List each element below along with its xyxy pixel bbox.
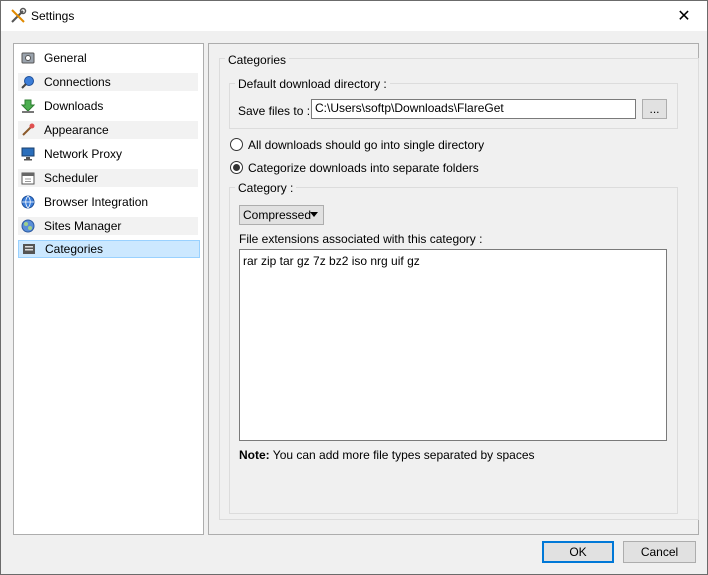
browser-integration-icon <box>20 194 36 210</box>
radio-selected-dot <box>233 164 240 171</box>
sidebar-item-label: Scheduler <box>44 171 99 185</box>
sidebar-item-downloads[interactable]: Downloads <box>18 97 198 115</box>
general-icon <box>20 50 36 66</box>
sidebar-item-label: Connections <box>44 75 111 89</box>
sidebar-item-appearance[interactable]: Appearance <box>18 121 198 139</box>
appearance-icon <box>20 122 36 138</box>
title-bar: Settings ✕ <box>1 1 707 31</box>
chevron-down-icon <box>310 212 318 217</box>
window-title: Settings <box>31 9 75 23</box>
sidebar-item-categories[interactable]: Categories <box>18 240 200 258</box>
sidebar-item-label: Appearance <box>44 123 109 137</box>
settings-content-panel: Categories Default download directory : … <box>208 43 699 535</box>
extensions-textarea[interactable]: rar zip tar gz 7z bz2 iso nrg uif gz <box>239 249 667 441</box>
sidebar-item-scheduler[interactable]: Scheduler <box>18 169 198 187</box>
sidebar-item-label: General <box>44 51 87 65</box>
browse-button[interactable]: ... <box>642 99 667 119</box>
scheduler-icon <box>20 170 36 186</box>
settings-tools-icon <box>11 7 27 23</box>
sidebar-item-label: Categories <box>45 242 104 256</box>
categories-group-title: Categories <box>225 53 290 67</box>
cancel-button[interactable]: Cancel <box>623 541 696 563</box>
single-directory-label[interactable]: All downloads should go into single dire… <box>248 138 484 152</box>
sidebar-item-sites-manager[interactable]: Sites Manager <box>18 217 198 235</box>
sidebar-item-label: Sites Manager <box>44 219 122 233</box>
categorize-label[interactable]: Categorize downloads into separate folde… <box>248 161 479 175</box>
settings-sidebar: General Connections Downloads Appearance… <box>13 43 204 535</box>
network-proxy-icon <box>20 146 36 162</box>
extensions-label: File extensions associated with this cat… <box>239 232 483 246</box>
settings-window: Settings ✕ General Connections Downloads <box>0 0 708 575</box>
close-icon: ✕ <box>677 8 691 25</box>
sites-manager-icon <box>20 218 36 234</box>
note-bold-label: Note: <box>239 448 270 462</box>
ok-button[interactable]: OK <box>542 541 614 563</box>
category-select[interactable]: Compressed <box>239 205 324 225</box>
sidebar-item-label: Browser Integration <box>44 195 149 209</box>
connections-icon <box>20 74 36 90</box>
categories-icon <box>21 241 37 257</box>
close-button[interactable]: ✕ <box>661 1 707 31</box>
default-directory-title: Default download directory : <box>235 77 390 91</box>
single-directory-radio[interactable] <box>230 138 243 151</box>
note-body: You can add more file types separated by… <box>269 448 535 462</box>
sidebar-item-general[interactable]: General <box>18 49 198 67</box>
note-text: Note: You can add more file types separa… <box>239 448 535 462</box>
categorize-radio[interactable] <box>230 161 243 174</box>
sidebar-item-browser-integration[interactable]: Browser Integration <box>18 193 198 211</box>
save-files-label: Save files to : <box>238 104 311 118</box>
category-group-title: Category : <box>235 181 297 195</box>
sidebar-item-label: Network Proxy <box>44 147 123 161</box>
category-select-value: Compressed <box>243 208 312 222</box>
sidebar-item-connections[interactable]: Connections <box>18 73 198 91</box>
sidebar-item-label: Downloads <box>44 99 104 113</box>
download-path-input[interactable]: C:\Users\softp\Downloads\FlareGet <box>311 99 636 119</box>
downloads-icon <box>20 98 36 114</box>
sidebar-item-network-proxy[interactable]: Network Proxy <box>18 145 198 163</box>
